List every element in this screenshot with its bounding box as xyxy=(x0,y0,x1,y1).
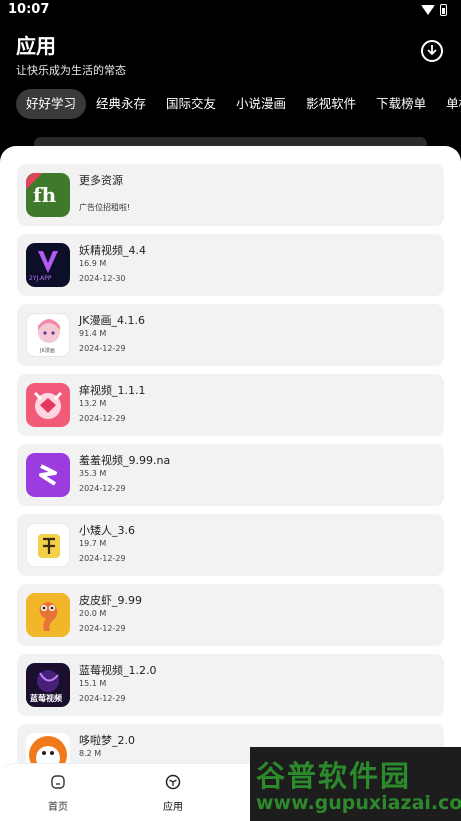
app-size: 15.1 M xyxy=(79,679,107,688)
app-name: 小矮人_3.6 xyxy=(79,524,135,537)
app-date: 2024-12-29 xyxy=(79,344,126,353)
app-date: 2024-12-29 xyxy=(79,694,126,703)
tab-download-rank[interactable]: 下载榜单 xyxy=(366,89,436,119)
xiuxiu-app-icon xyxy=(26,453,70,497)
yang-app-icon xyxy=(26,383,70,427)
app-size: 91.4 M xyxy=(79,329,107,338)
status-time: 10:07 xyxy=(8,2,50,17)
ad-text: 广告位招租啦! xyxy=(79,203,131,212)
battery-icon xyxy=(440,4,447,16)
nav-home-label: 首页 xyxy=(48,802,68,813)
tab-study[interactable]: 好好学习 xyxy=(16,89,87,119)
list-item[interactable]: 皮皮虾_9.99 20.0 M 2024-12-29 xyxy=(17,584,444,646)
app-name: 皮皮虾_9.99 xyxy=(79,594,142,607)
app-sheet: fh 更多资源 广告位招租啦! 2YJ.APP 妖精视频_4.4 16.9 M … xyxy=(0,146,461,821)
app-size: 35.3 M xyxy=(79,469,107,478)
page-header: 应用 让快乐成为生活的常态 xyxy=(16,30,126,78)
blueberry-app-icon: 蓝莓视频 xyxy=(26,663,70,707)
list-item[interactable]: 蓝莓视频 蓝莓视频_1.2.0 15.1 M 2024-12-29 xyxy=(17,654,444,716)
nav-apps[interactable]: 应用 xyxy=(143,774,203,813)
list-item[interactable]: 羞羞视频_9.99.na 35.3 M 2024-12-29 xyxy=(17,444,444,506)
fh-logo-icon: fh xyxy=(26,173,70,217)
page-subtitle: 让快乐成为生活的常态 xyxy=(16,64,126,77)
app-name: 哆啦梦_2.0 xyxy=(79,734,135,747)
jk-icon-text: JK漫画 xyxy=(40,348,55,354)
page-title: 应用 xyxy=(16,34,56,58)
tab-novel-comic[interactable]: 小说漫画 xyxy=(226,89,296,119)
app-name: 痒视频_1.1.1 xyxy=(79,384,146,397)
app-date: 2024-12-30 xyxy=(79,274,126,283)
tab-video-apps[interactable]: 影视软件 xyxy=(296,89,366,119)
tab-international[interactable]: 国际交友 xyxy=(156,89,226,119)
watermark: 谷普软件园 www.gupuxiazai.com xyxy=(250,747,461,821)
app-size: 20.0 M xyxy=(79,609,107,618)
list-item[interactable]: 2YJ.APP 妖精视频_4.4 16.9 M 2024-12-30 xyxy=(17,234,444,296)
app-name: JK漫画_4.1.6 xyxy=(79,314,145,327)
app-name: 羞羞视频_9.99.na xyxy=(79,454,171,467)
app-size: 19.7 M xyxy=(79,539,107,548)
app-list: fh 更多资源 广告位招租啦! 2YJ.APP 妖精视频_4.4 16.9 M … xyxy=(17,164,444,794)
category-tabs: 好好学习 经典永存 国际交友 小说漫画 影视软件 下载榜单 单机 xyxy=(16,89,461,119)
watermark-title: 谷普软件园 xyxy=(256,759,412,793)
watermark-url: www.gupuxiazai.com xyxy=(256,792,461,814)
yaojing-app-icon: 2YJ.APP xyxy=(26,243,70,287)
list-item[interactable]: 痒视频_1.1.1 13.2 M 2024-12-29 xyxy=(17,374,444,436)
app-name: 蓝莓视频_1.2.0 xyxy=(79,664,157,677)
fh-logo-text: fh xyxy=(33,183,57,207)
yaojing-icon-text: 2YJ.APP xyxy=(29,275,52,282)
wifi-icon xyxy=(421,5,435,15)
app-size: 16.9 M xyxy=(79,259,107,268)
blueberry-icon-text: 蓝莓视频 xyxy=(30,694,62,703)
app-date: 2024-12-29 xyxy=(79,624,126,633)
app-date: 2024-12-29 xyxy=(79,484,126,493)
list-item[interactable]: JK漫画 JK漫画_4.1.6 91.4 M 2024-12-29 xyxy=(17,304,444,366)
app-name: 妖精视频_4.4 xyxy=(79,244,146,257)
tab-classic[interactable]: 经典永存 xyxy=(86,89,156,119)
tab-standalone[interactable]: 单机 xyxy=(436,89,461,119)
jk-comic-app-icon: JK漫画 xyxy=(26,313,70,357)
app-date: 2024-12-29 xyxy=(79,414,126,423)
dwarf-app-icon xyxy=(26,523,70,567)
download-icon[interactable] xyxy=(421,40,443,62)
ad-card[interactable]: fh 更多资源 广告位招租啦! xyxy=(17,164,444,226)
app-size: 8.2 M xyxy=(79,749,102,758)
pipixia-app-icon xyxy=(26,593,70,637)
home-icon xyxy=(51,775,65,789)
ad-title: 更多资源 xyxy=(79,174,123,187)
nav-apps-label: 应用 xyxy=(163,802,183,813)
cube-icon xyxy=(165,774,181,790)
app-size: 13.2 M xyxy=(79,399,107,408)
list-item[interactable]: 小矮人_3.6 19.7 M 2024-12-29 xyxy=(17,514,444,576)
status-icons xyxy=(421,4,447,16)
nav-home[interactable]: 首页 xyxy=(28,774,88,813)
status-bar: 10:07 xyxy=(0,0,461,22)
app-date: 2024-12-29 xyxy=(79,554,126,563)
